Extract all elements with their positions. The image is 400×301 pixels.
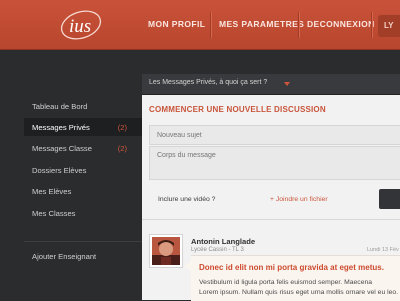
info-bar[interactable]: Les Messages Privés, à quoi ça sert ? (142, 74, 400, 95)
sidebar-item-label: Dossiers Elèves (32, 166, 87, 175)
sidebar-item-mes-classes[interactable]: Mes Classes (24, 204, 142, 222)
user-initials: LY (384, 21, 394, 30)
info-bar-text: Les Messages Privés, à quoi ça sert ? (149, 79, 268, 86)
nav-mon-profil[interactable]: MON PROFIL (148, 19, 205, 29)
sidebar-item-messages-classe[interactable]: Messages Classe (2) (24, 139, 142, 157)
caret-down-icon[interactable] (284, 82, 290, 86)
message-school: Lycée Cassin - TL 3 (191, 247, 244, 253)
message-date: Lundi 13 Fév (367, 247, 399, 253)
sidebar-item-tableau-de-bord[interactable]: Tableau de Bord (24, 97, 142, 115)
message-body-line: Lorem ipsum. Nullam quis risus eget urna… (199, 288, 399, 296)
ius-logo[interactable]: ius (58, 8, 104, 42)
message-body-input[interactable] (149, 146, 400, 180)
sidebar-item-label: Mes Elèves (32, 187, 72, 196)
sidebar-item-label: Messages Classe (32, 144, 92, 153)
send-button[interactable] (379, 189, 400, 209)
unread-count-badge: (2) (117, 144, 127, 153)
message-body-line: Vestibulum id ligula porta felis euismod… (199, 279, 373, 286)
nav-mes-parametres[interactable]: MES PARAMETRES (219, 19, 304, 29)
user-photo (152, 237, 180, 265)
app-header: ius MON PROFIL MES PARAMETRES DECONNEXIO… (0, 0, 400, 50)
nav-deconnexion[interactable]: DECONNEXION (307, 19, 375, 29)
sidebar-item-label: Ajouter Enseignant (32, 252, 97, 261)
section-divider (142, 219, 400, 220)
sidebar-item-label: Tableau de Bord (32, 102, 88, 111)
nav-separator (371, 12, 372, 38)
message-subject[interactable]: Donec id elit non mi porta gravida at eg… (199, 263, 384, 272)
main-panel: COMMENCER UNE NOUVELLE DISCUSSION Inclur… (142, 95, 400, 301)
subject-input[interactable] (149, 125, 400, 145)
message-card[interactable]: Donec id elit non mi porta gravida at eg… (191, 255, 400, 301)
attach-file-link[interactable]: + Joindre un fichier (270, 196, 328, 203)
message-body: Vestibulum id ligula porta felis euismod… (199, 278, 400, 297)
sidebar-item-ajouter-enseignant[interactable]: Ajouter Enseignant (24, 247, 142, 265)
avatar[interactable] (149, 234, 183, 268)
sidebar-item-dossiers-eleves[interactable]: Dossiers Elèves (24, 161, 142, 179)
nav-separator (210, 12, 211, 38)
sidebar-divider (24, 241, 142, 242)
sidebar-item-messages-prives[interactable]: Messages Privés (2) (24, 118, 142, 136)
sidebar-item-mes-eleves[interactable]: Mes Elèves (24, 182, 142, 200)
include-video-option[interactable]: Inclure une vidéo ? (158, 196, 215, 203)
new-discussion-title: COMMENCER UNE NOUVELLE DISCUSSION (149, 105, 326, 114)
sidebar-item-label: Mes Classes (32, 209, 76, 218)
user-menu-button[interactable]: LY (378, 15, 400, 37)
nav-separator (298, 12, 299, 38)
message-author[interactable]: Antonin Langlade (191, 237, 255, 246)
header-spacer (0, 50, 400, 74)
message-pointer (184, 261, 191, 271)
svg-text:ius: ius (69, 16, 91, 37)
sidebar: Tableau de Bord Messages Privés (2) Mess… (0, 74, 142, 300)
sidebar-item-label: Messages Privés (32, 123, 90, 132)
unread-count-badge: (2) (117, 123, 127, 132)
